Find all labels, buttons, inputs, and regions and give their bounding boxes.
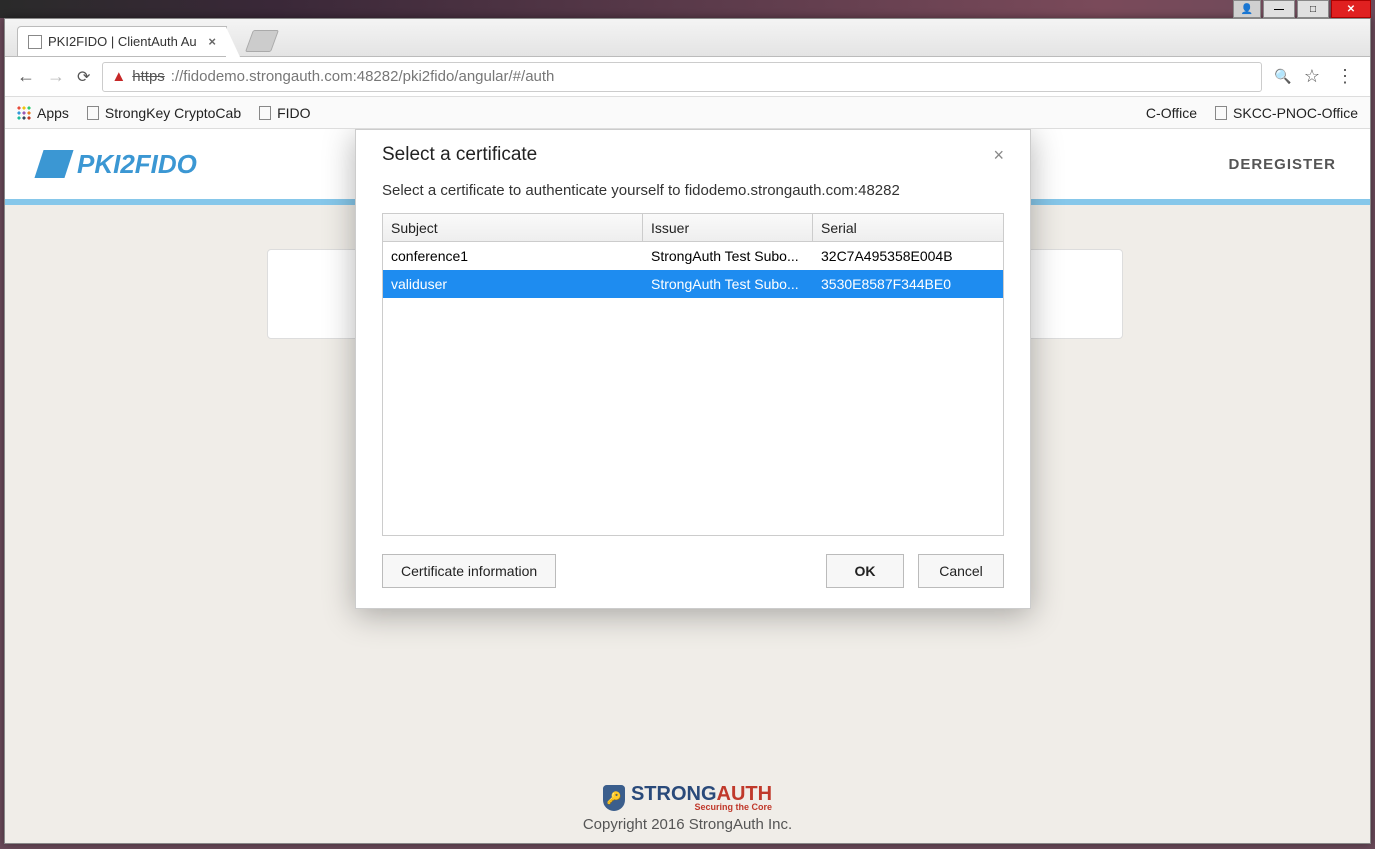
bookmark-label: Apps bbox=[37, 105, 69, 121]
tab-title: PKI2FIDO | ClientAuth Au bbox=[48, 34, 197, 49]
shield-icon: 🔑 bbox=[603, 785, 625, 811]
cancel-button[interactable]: Cancel bbox=[918, 554, 1004, 588]
brand-text: PKI2FIDO bbox=[77, 149, 197, 180]
bookmarks-bar: Apps StrongKey CryptoCab FIDO C-Office S… bbox=[5, 97, 1370, 129]
ok-button[interactable]: OK bbox=[826, 554, 904, 588]
col-subject[interactable]: Subject bbox=[383, 214, 643, 241]
deregister-link[interactable]: DEREGISTER bbox=[1228, 156, 1336, 173]
certificate-dialog: Select a certificate × Select a certific… bbox=[355, 129, 1031, 609]
app-logo[interactable]: PKI2FIDO bbox=[39, 149, 197, 180]
footer-copyright: Copyright 2016 StrongAuth Inc. bbox=[5, 816, 1370, 833]
cell-subject: validuser bbox=[383, 270, 643, 298]
new-tab-button[interactable] bbox=[245, 30, 279, 52]
cell-serial: 32C7A495358E004B bbox=[813, 242, 1003, 270]
cell-issuer: StrongAuth Test Subo... bbox=[643, 270, 813, 298]
table-row[interactable]: validuser StrongAuth Test Subo... 3530E8… bbox=[383, 270, 1003, 298]
col-issuer[interactable]: Issuer bbox=[643, 214, 813, 241]
url-host: ://fidodemo.strongauth.com:48282/pki2fid… bbox=[171, 68, 555, 85]
dialog-title: Select a certificate bbox=[382, 144, 537, 166]
col-resize-end[interactable] bbox=[983, 214, 1003, 241]
security-warning-icon: ▲ bbox=[111, 68, 126, 85]
page-icon bbox=[87, 106, 99, 120]
page-icon bbox=[259, 106, 271, 120]
table-header: Subject Issuer Serial bbox=[383, 214, 1003, 242]
certificate-info-button[interactable]: Certificate information bbox=[382, 554, 556, 588]
window-maximize-button[interactable]: □ bbox=[1297, 0, 1329, 18]
zoom-icon[interactable]: 🔍 bbox=[1274, 68, 1291, 85]
tab-strip: PKI2FIDO | ClientAuth Au × bbox=[5, 19, 1370, 57]
tab-close-icon[interactable]: × bbox=[208, 34, 216, 49]
dialog-subtitle: Select a certificate to authenticate you… bbox=[382, 182, 1004, 199]
forward-button[interactable]: → bbox=[47, 66, 65, 87]
cell-serial: 3530E8587F344BE0 bbox=[813, 270, 1003, 298]
bookmark-apps[interactable]: Apps bbox=[17, 105, 69, 121]
bookmark-skcc-pnoc[interactable]: SKCC-PNOC-Office bbox=[1215, 105, 1358, 121]
table-row[interactable]: conference1 StrongAuth Test Subo... 32C7… bbox=[383, 242, 1003, 270]
bookmark-strongkey[interactable]: StrongKey CryptoCab bbox=[87, 105, 241, 121]
bookmark-label: StrongKey CryptoCab bbox=[105, 105, 241, 121]
back-button[interactable]: ← bbox=[17, 66, 35, 87]
cell-issuer: StrongAuth Test Subo... bbox=[643, 242, 813, 270]
window-minimize-button[interactable]: — bbox=[1263, 0, 1295, 18]
reload-button[interactable]: ⟳ bbox=[77, 67, 90, 87]
window-titlebar: 👤 — □ ✕ bbox=[0, 0, 1375, 18]
url-scheme: https bbox=[132, 68, 165, 85]
bookmark-star-icon[interactable]: ☆ bbox=[1304, 66, 1320, 87]
bookmark-c-office[interactable]: C-Office bbox=[1146, 105, 1197, 121]
dialog-close-icon[interactable]: × bbox=[993, 145, 1004, 166]
window-user-button[interactable]: 👤 bbox=[1233, 0, 1261, 18]
footer-logo: 🔑 STRONGAUTH Securing the Core bbox=[603, 783, 772, 812]
toolbar: ← → ⟳ ▲ https ://fidodemo.strongauth.com… bbox=[5, 57, 1370, 97]
bookmark-label: SKCC-PNOC-Office bbox=[1233, 105, 1358, 121]
page-icon bbox=[1215, 106, 1227, 120]
bookmark-label: C-Office bbox=[1146, 105, 1197, 121]
certificate-table: Subject Issuer Serial conference1 Strong… bbox=[382, 213, 1004, 536]
active-tab[interactable]: PKI2FIDO | ClientAuth Au × bbox=[17, 26, 227, 56]
bookmark-label: FIDO bbox=[277, 105, 310, 121]
logo-icon bbox=[34, 150, 73, 178]
page-content: PKI2FIDO DEREGISTER 🔑 STRONGAUTH Securin… bbox=[5, 129, 1370, 843]
window-close-button[interactable]: ✕ bbox=[1331, 0, 1371, 18]
browser-menu-button[interactable]: ⋮ bbox=[1332, 66, 1358, 87]
apps-icon bbox=[17, 106, 31, 120]
col-serial[interactable]: Serial bbox=[813, 214, 983, 241]
address-bar[interactable]: ▲ https ://fidodemo.strongauth.com:48282… bbox=[102, 62, 1262, 92]
bookmark-fido[interactable]: FIDO bbox=[259, 105, 310, 121]
page-icon bbox=[28, 35, 42, 49]
cell-subject: conference1 bbox=[383, 242, 643, 270]
page-footer: 🔑 STRONGAUTH Securing the Core Copyright… bbox=[5, 783, 1370, 833]
browser-window: PKI2FIDO | ClientAuth Au × ← → ⟳ ▲ https… bbox=[4, 18, 1371, 844]
